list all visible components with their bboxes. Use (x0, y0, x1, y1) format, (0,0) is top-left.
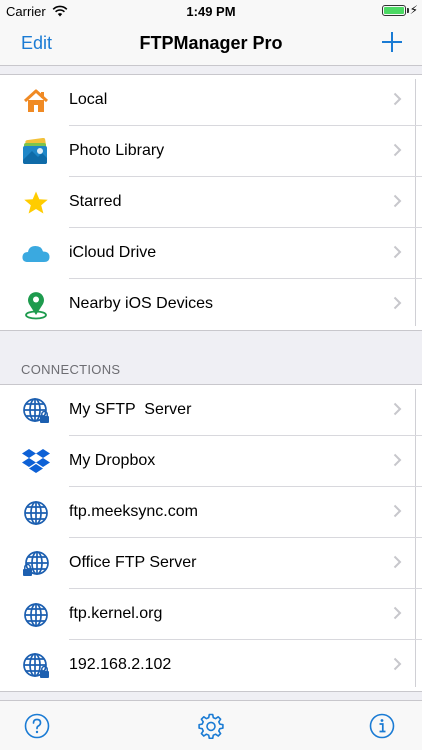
page-title: FTPManager Pro (139, 33, 283, 53)
cloud-icon (21, 240, 51, 268)
list-item-icloud-drive[interactable]: iCloud Drive (0, 228, 422, 279)
list-item-nearby-ios-devices[interactable]: Nearby iOS Devices (0, 279, 422, 330)
list-item-local[interactable]: Local (0, 75, 422, 126)
locations-list: Local Photo Library Starred iCloud Drive… (0, 74, 422, 331)
list-item-label: ftp.meeksync.com (69, 503, 198, 520)
photo-library-icon (21, 138, 51, 166)
list-item-photo-library[interactable]: Photo Library (0, 126, 422, 177)
dropbox-icon (21, 448, 51, 476)
chevron-right-icon (393, 555, 402, 569)
info-icon[interactable] (369, 713, 395, 739)
question-icon[interactable] (24, 713, 50, 739)
globe-lock-icon (21, 550, 51, 578)
status-time: 1:49 PM (186, 4, 236, 19)
chevron-right-icon (393, 657, 402, 671)
status-bar: Carrier 1:49 PM ⚡ (0, 0, 422, 22)
list-item-starred[interactable]: Starred (0, 177, 422, 228)
globe-lock-icon (21, 652, 51, 680)
globe-lock-icon (21, 397, 51, 425)
chevron-right-icon (393, 194, 402, 208)
list-item-label: iCloud Drive (69, 244, 157, 261)
list-item-label: ftp.kernel.org (69, 605, 163, 622)
globe-icon (21, 601, 51, 629)
chevron-right-icon (393, 402, 402, 416)
battery-icon (382, 5, 406, 16)
charging-bolt-icon: ⚡ (409, 3, 418, 17)
list-item-label: Photo Library (69, 142, 165, 159)
list-item-label: Local (69, 91, 108, 108)
chevron-right-icon (393, 245, 402, 259)
list-item-my-sftp-server[interactable]: My SFTP Server (0, 385, 422, 436)
list-item-label: My Dropbox (69, 452, 156, 469)
chevron-right-icon (393, 296, 402, 310)
bottom-toolbar (0, 700, 422, 750)
list-item-label: Nearby iOS Devices (69, 295, 214, 312)
location-pin-icon (21, 291, 51, 320)
list-item-192-168-2-102[interactable]: 192.168.2.102 (0, 640, 422, 691)
house-icon (21, 87, 51, 115)
list-item-label: Office FTP Server (69, 554, 197, 571)
list-item-ftp-kernel[interactable]: ftp.kernel.org (0, 589, 422, 640)
connections-list: My SFTP Server My Dropbox ftp.meeksync.c… (0, 384, 422, 692)
gear-icon[interactable] (198, 713, 224, 739)
list-item-my-dropbox[interactable]: My Dropbox (0, 436, 422, 487)
plus-icon[interactable] (380, 30, 404, 54)
chevron-right-icon (393, 504, 402, 518)
list-item-label: 192.168.2.102 (69, 656, 172, 673)
section-header-connections: CONNECTIONS (21, 362, 121, 377)
list-item-label: My SFTP Server (69, 401, 192, 418)
list-item-office-ftp-server[interactable]: Office FTP Server (0, 538, 422, 589)
chevron-right-icon (393, 92, 402, 106)
star-icon (21, 189, 51, 217)
chevron-right-icon (393, 143, 402, 157)
navigation-bar: Edit FTPManager Pro (0, 22, 422, 66)
list-item-label: Starred (69, 193, 122, 210)
list-item-ftp-meeksync[interactable]: ftp.meeksync.com (0, 487, 422, 538)
globe-icon (21, 499, 51, 527)
chevron-right-icon (393, 453, 402, 467)
chevron-right-icon (393, 606, 402, 620)
